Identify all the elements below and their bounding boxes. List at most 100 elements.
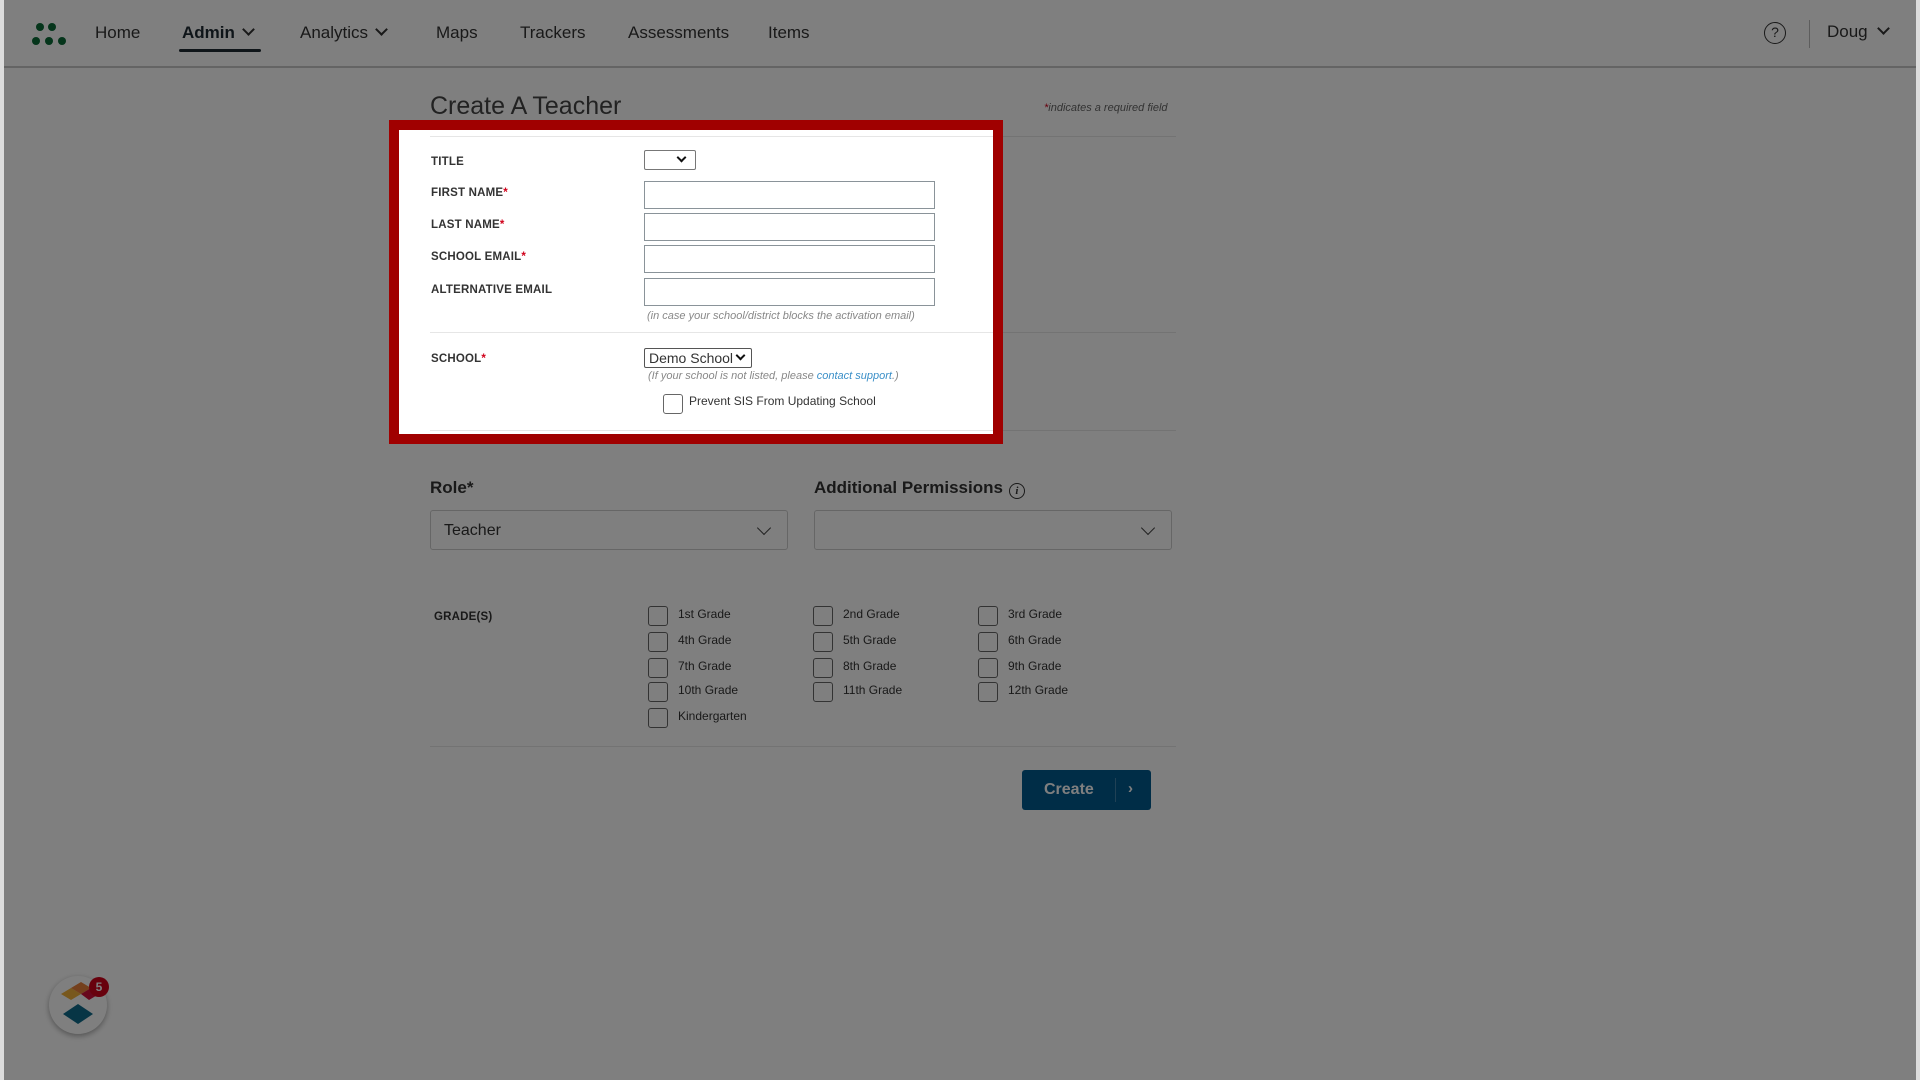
grade-label: 8th Grade xyxy=(843,659,897,673)
chevron-down-icon xyxy=(375,23,388,36)
grade-label: 11th Grade xyxy=(843,683,903,697)
user-menu[interactable]: Doug xyxy=(1827,22,1890,42)
grade-checkbox[interactable] xyxy=(813,658,833,678)
title-select[interactable] xyxy=(644,150,696,170)
grade-label: 3rd Grade xyxy=(1008,607,1063,621)
first-name-input[interactable] xyxy=(644,181,935,209)
user-name: Doug xyxy=(1827,22,1868,41)
nav-trackers-label: Trackers xyxy=(520,23,586,42)
additional-permissions-dropdown[interactable] xyxy=(814,510,1172,550)
page-title: Create A Teacher xyxy=(430,92,622,120)
required-note-text: indicates a required field xyxy=(1048,102,1168,114)
nav-trackers[interactable]: Trackers xyxy=(520,22,586,48)
nav-divider xyxy=(1809,20,1810,48)
grade-checkbox[interactable] xyxy=(813,632,833,652)
role-value: Teacher xyxy=(444,522,501,539)
last-name-label-text: LAST NAME xyxy=(431,219,500,231)
chevron-right-icon: › xyxy=(1128,780,1133,797)
grade-checkbox[interactable] xyxy=(978,658,998,678)
required-star: * xyxy=(499,219,505,231)
chevron-down-icon xyxy=(676,152,687,163)
grade-label: 4th Grade xyxy=(678,633,732,647)
create-button-label: Create xyxy=(1044,781,1094,798)
grade-checkbox[interactable] xyxy=(648,632,668,652)
logo-icon[interactable] xyxy=(32,20,72,48)
chevron-down-icon xyxy=(242,23,255,36)
nav-home-label: Home xyxy=(95,23,141,42)
grade-label: 6th Grade xyxy=(1008,633,1062,647)
school-email-input[interactable] xyxy=(644,245,935,273)
divider xyxy=(430,136,993,137)
required-star: * xyxy=(503,187,508,199)
school-label: SCHOOL* xyxy=(431,353,486,365)
grade-checkbox[interactable] xyxy=(978,606,998,626)
divider xyxy=(430,746,1176,747)
required-field-note: *indicates a required field xyxy=(1044,102,1168,114)
grade-checkbox[interactable] xyxy=(978,682,998,702)
alternative-email-input[interactable] xyxy=(644,278,935,306)
alternative-email-label: ALTERNATIVE EMAIL xyxy=(431,284,553,296)
title-label: TITLE xyxy=(431,156,464,168)
school-hint-suffix: .) xyxy=(891,370,899,382)
required-star: * xyxy=(481,353,487,365)
nav-items-label: Items xyxy=(768,23,810,42)
school-select[interactable]: Demo School xyxy=(644,348,752,368)
top-nav: Home Admin Analytics Maps Trackers Asses… xyxy=(4,0,1916,68)
nav-maps-label: Maps xyxy=(436,23,478,42)
grade-label: 5th Grade xyxy=(843,633,897,647)
grade-checkbox[interactable] xyxy=(813,682,833,702)
active-tab-indicator xyxy=(179,49,261,52)
last-name-label: LAST NAME* xyxy=(431,219,505,231)
teacher-details-form: TITLE FIRST NAME* LAST NAME* SCHOOL EMAI… xyxy=(399,130,993,434)
school-label-text: SCHOOL xyxy=(431,353,482,365)
divider xyxy=(430,430,993,431)
nav-analytics-label: Analytics xyxy=(300,23,369,42)
last-name-input[interactable] xyxy=(644,213,935,241)
grade-label: 1st Grade xyxy=(678,607,731,621)
grade-label: 12th Grade xyxy=(1008,683,1069,697)
divider xyxy=(430,332,993,333)
nav-admin[interactable]: Admin xyxy=(182,22,255,48)
grade-checkbox[interactable] xyxy=(648,682,668,702)
create-button[interactable]: Create › xyxy=(1022,770,1151,810)
grade-label: 2nd Grade xyxy=(843,607,900,621)
prevent-sis-checkbox[interactable] xyxy=(663,394,683,414)
nav-analytics[interactable]: Analytics xyxy=(300,22,388,48)
contact-support-link[interactable]: contact support xyxy=(817,370,892,382)
nav-maps[interactable]: Maps xyxy=(436,22,478,48)
nav-assessments-label: Assessments xyxy=(628,23,730,42)
grade-checkbox[interactable] xyxy=(648,658,668,678)
grade-checkbox[interactable] xyxy=(813,606,833,626)
chevron-down-icon xyxy=(1876,22,1890,35)
chevron-down-icon xyxy=(735,350,746,361)
grade-label: 10th Grade xyxy=(678,683,739,697)
school-hint-text: (If your school is not listed, please xyxy=(648,370,817,382)
school-email-label-text: SCHOOL EMAIL xyxy=(431,251,522,263)
required-star: * xyxy=(521,251,527,263)
role-label: Role* xyxy=(430,478,474,497)
nav-assessments[interactable]: Assessments xyxy=(628,22,729,48)
grade-checkbox[interactable] xyxy=(648,708,668,728)
first-name-label: FIRST NAME* xyxy=(431,187,508,199)
grade-checkbox[interactable] xyxy=(978,632,998,652)
additional-permissions-label: Additional Permissions i xyxy=(814,478,1025,499)
nav-admin-label: Admin xyxy=(182,23,235,42)
info-icon[interactable]: i xyxy=(1008,483,1025,499)
grade-label: 9th Grade xyxy=(1008,659,1062,673)
nav-home[interactable]: Home xyxy=(95,22,140,48)
school-hint: (If your school is not listed, please co… xyxy=(648,370,899,382)
school-select-value: Demo School xyxy=(649,350,734,366)
alternative-email-hint: (in case your school/district blocks the… xyxy=(647,310,915,322)
grade-checkbox[interactable] xyxy=(648,606,668,626)
help-icon[interactable]: ? xyxy=(1764,22,1786,44)
grade-label: 7th Grade xyxy=(678,659,732,673)
additional-permissions-text: Additional Permissions xyxy=(814,478,1003,497)
role-dropdown[interactable]: Teacher xyxy=(430,510,788,550)
first-name-label-text: FIRST NAME xyxy=(431,187,504,199)
grade-label: Kindergarten xyxy=(678,709,747,723)
button-divider xyxy=(1115,778,1116,802)
chevron-down-icon xyxy=(1140,520,1156,536)
nav-items[interactable]: Items xyxy=(768,22,810,48)
notification-badge: 5 xyxy=(89,977,109,997)
grades-label: GRADE(S) xyxy=(434,611,493,623)
